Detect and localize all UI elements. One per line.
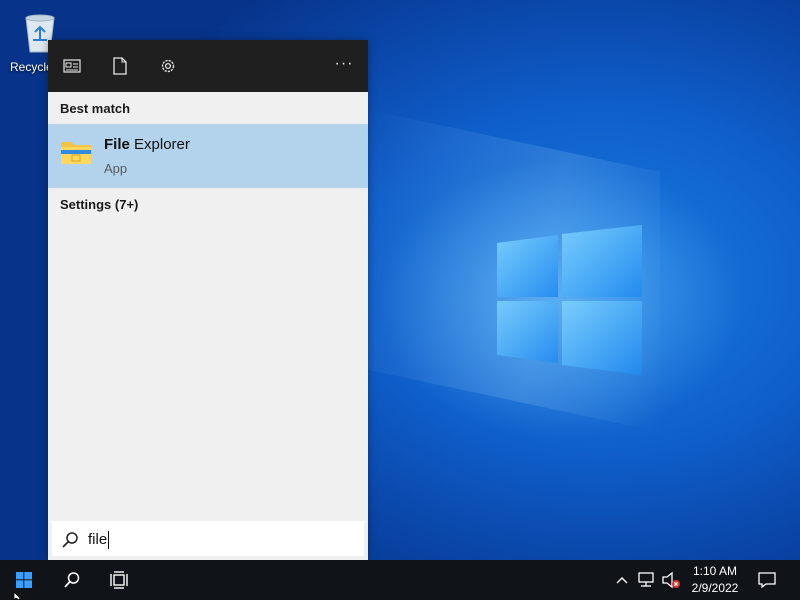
search-panel-toolbar: ··· [48,40,368,92]
best-match-name-highlight: File [104,136,130,153]
windows-logo-wallpaper [497,225,642,375]
volume-muted-icon [662,571,680,589]
show-hidden-icons-button[interactable] [614,570,630,590]
search-icon [62,531,78,548]
clock-date: 2/9/2022 [691,581,739,595]
search-icon [64,572,80,588]
network-icon [638,572,654,587]
network-tray-button[interactable] [636,570,658,590]
mouse-pointer-icon [14,592,21,600]
document-icon [113,57,127,75]
text-caret [108,530,110,549]
taskbar-clock[interactable]: 1:10 AM 2/9/2022 [684,563,746,597]
best-match-result-file-explorer[interactable]: File Explorer App [48,124,368,188]
task-view-button[interactable] [96,560,144,600]
action-center-icon [758,572,776,588]
search-panel: ··· Best match File Explorer App Setting… [48,40,368,560]
volume-tray-button[interactable] [660,570,682,590]
settings-filter-button[interactable] [156,54,180,78]
taskbar: 1:10 AM 2/9/2022 [0,560,800,600]
file-explorer-icon [61,142,91,164]
action-center-button[interactable] [756,570,778,590]
best-match-name-rest: Explorer [129,136,190,153]
more-options-button[interactable]: ··· [332,54,356,78]
apps-filter-button[interactable] [60,54,84,78]
apps-icon [63,59,81,73]
windows-start-icon [16,572,32,588]
gear-icon [161,59,175,73]
best-match-type: App [104,161,128,176]
search-input[interactable]: file [88,530,110,549]
taskbar-search-button[interactable] [48,560,96,600]
best-match-header: Best match [60,101,131,116]
search-box[interactable]: file [50,521,366,558]
documents-filter-button[interactable] [108,54,132,78]
best-match-name: File Explorer [104,136,190,153]
chevron-up-icon [616,577,628,584]
search-query-text: file [88,531,108,548]
search-box-icon-wrap [52,521,88,558]
task-view-icon [110,571,128,589]
start-button[interactable] [0,560,48,600]
settings-results-header[interactable]: Settings (7+) [48,188,368,222]
clock-time: 1:10 AM [692,564,738,578]
